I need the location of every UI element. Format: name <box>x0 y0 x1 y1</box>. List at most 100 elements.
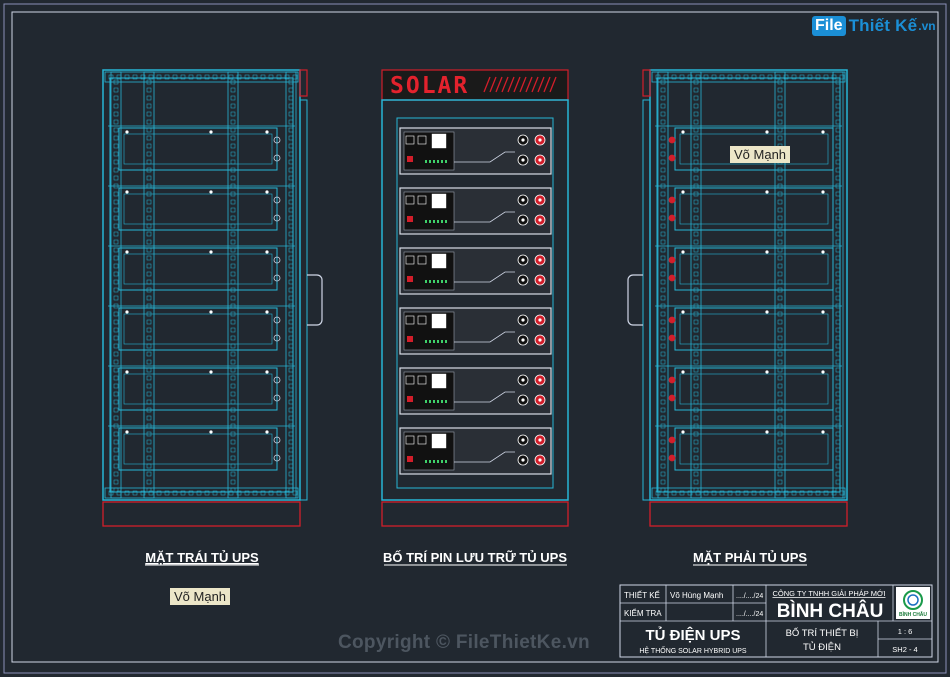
rail-hole <box>288 135 294 141</box>
rail-hole <box>230 231 236 237</box>
rail-hole <box>835 255 841 261</box>
rail-hole <box>146 135 152 141</box>
rail-hole <box>288 103 294 109</box>
battery-led <box>437 220 439 223</box>
battery-led <box>437 340 439 343</box>
rail-hole <box>113 199 119 205</box>
rail-hole <box>777 175 783 181</box>
battery-power-button <box>407 396 413 402</box>
rail-hole <box>230 247 236 253</box>
rail-hole <box>835 375 841 381</box>
rail-hole <box>660 327 666 333</box>
battery-power-button <box>407 156 413 162</box>
mount-screw <box>209 370 213 374</box>
rail-hole <box>288 95 294 101</box>
terminal-center <box>538 158 542 162</box>
rail-hole <box>693 335 699 341</box>
rail-hole <box>660 87 666 93</box>
rail-hole <box>146 455 152 461</box>
checked-label: KIỂM TRA <box>624 609 662 618</box>
rail-hole <box>288 391 294 397</box>
rail-hole <box>230 223 236 229</box>
rail-hole <box>693 295 699 301</box>
rail-hole <box>230 151 236 157</box>
rail-hole <box>777 391 783 397</box>
rail-hole <box>146 111 152 117</box>
terminal-center <box>521 258 525 262</box>
rail-hole <box>230 399 236 405</box>
rail-hole <box>230 439 236 445</box>
rail-hole <box>777 375 783 381</box>
rail-hole <box>113 159 119 165</box>
rail-hole <box>146 143 152 149</box>
terminal-dot <box>668 256 676 264</box>
rail-hole <box>693 159 699 165</box>
crossbar-hole <box>839 490 845 496</box>
rail-hole <box>777 327 783 333</box>
rail-hole <box>660 167 666 173</box>
rail-hole <box>288 455 294 461</box>
rail-hole <box>288 119 294 125</box>
rail-hole <box>230 199 236 205</box>
rail-hole <box>693 103 699 109</box>
rail-hole <box>288 431 294 437</box>
battery-led <box>445 160 447 163</box>
solar-sign: SOLAR <box>390 73 469 99</box>
battery-led <box>429 280 431 283</box>
rail-hole <box>835 431 841 437</box>
rail-hole <box>230 239 236 245</box>
logo-suffix: .vn <box>918 19 936 33</box>
rail-hole <box>146 271 152 277</box>
title-block: THIẾT KẾ Võ Hùng Mạnh ..../..../24 KIỂM … <box>619 584 933 658</box>
author-tag-right: Võ Mạnh <box>730 146 791 163</box>
rail-hole <box>230 143 236 149</box>
rail-hole <box>113 95 119 101</box>
rail-hole <box>777 455 783 461</box>
rail-hole <box>230 479 236 485</box>
rail-hole <box>113 191 119 197</box>
terminal-center <box>538 398 542 402</box>
rail-hole <box>660 351 666 357</box>
rail-hole <box>146 383 152 389</box>
terminal-center <box>521 438 525 442</box>
rail-hole <box>693 279 699 285</box>
sheet-title-2: TỦ ĐIỆN <box>803 641 841 653</box>
rail-hole <box>835 159 841 165</box>
battery-led <box>429 220 431 223</box>
rail-hole <box>835 239 841 245</box>
mount-screw <box>681 430 685 434</box>
rail-hole <box>693 375 699 381</box>
rail-hole <box>113 175 119 181</box>
terminal-dot <box>668 214 676 222</box>
rail-hole <box>113 455 119 461</box>
mount-screw <box>681 370 685 374</box>
rail-hole <box>113 223 119 229</box>
rail-hole <box>113 463 119 469</box>
terminal-center <box>521 458 525 462</box>
rail-hole <box>146 95 152 101</box>
rail-hole <box>113 359 119 365</box>
rail-hole <box>660 103 666 109</box>
rail-hole <box>777 359 783 365</box>
rail-hole <box>146 103 152 109</box>
rail-hole <box>660 375 666 381</box>
rail-hole <box>777 471 783 477</box>
rail-hole <box>835 407 841 413</box>
terminal-center <box>521 158 525 162</box>
rail-hole <box>230 279 236 285</box>
battery-panel <box>403 431 455 471</box>
rail-hole <box>660 239 666 245</box>
rail-hole <box>146 247 152 253</box>
rail-hole <box>693 399 699 405</box>
rail-hole <box>230 471 236 477</box>
battery-panel <box>403 251 455 291</box>
rail-hole <box>835 167 841 173</box>
rail-hole <box>660 215 666 221</box>
rail-hole <box>288 351 294 357</box>
rail-hole <box>660 359 666 365</box>
rail-hole <box>835 455 841 461</box>
battery-led <box>445 340 447 343</box>
rail-hole <box>113 343 119 349</box>
rail-hole <box>660 447 666 453</box>
rail-hole <box>113 415 119 421</box>
